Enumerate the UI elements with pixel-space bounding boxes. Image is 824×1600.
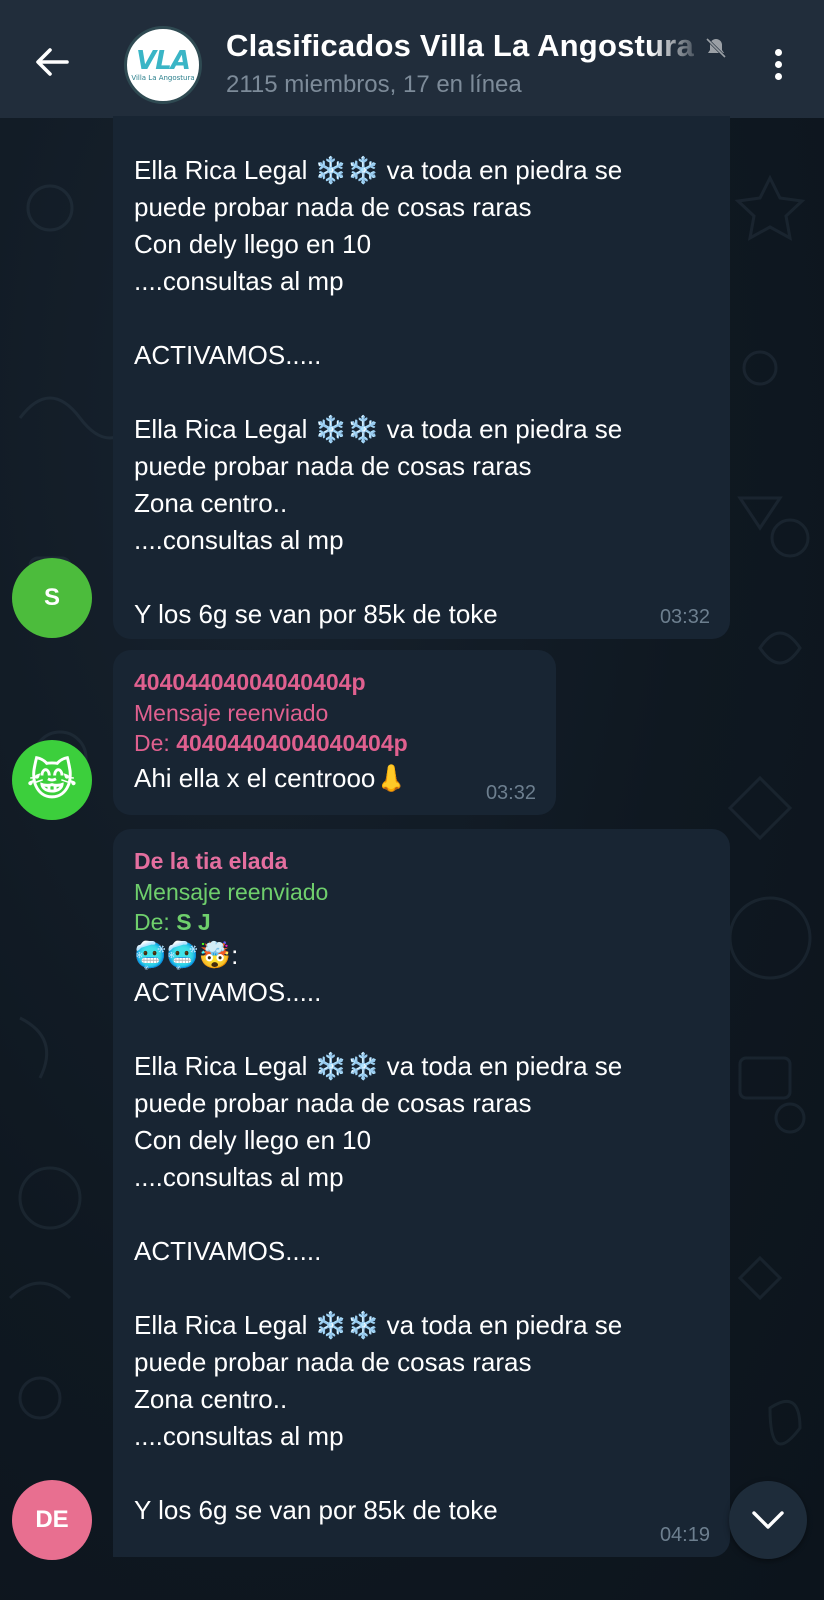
message-bubble[interactable]: 40404404004040404p Mensaje reenviado De:…	[113, 650, 556, 815]
sender-name[interactable]: 40404404004040404p	[134, 666, 536, 698]
forwarded-from[interactable]: De: S J	[134, 907, 710, 937]
sender-avatar[interactable]: DE	[12, 1480, 92, 1560]
avatar-initials: DE	[35, 1506, 69, 1533]
message-line: puede probar nada de cosas raras	[134, 1088, 532, 1118]
message-line: ....consultas al mp	[134, 266, 344, 296]
group-avatar[interactable]: VLA Villa La Angostura	[124, 26, 202, 104]
chat-header: VLA Villa La Angostura Clasificados Vill…	[0, 0, 824, 118]
message-line: Ella Rica Legal ❄️❄️ va toda en piedra s…	[134, 1310, 623, 1340]
message-bubble[interactable]: Ella Rica Legal ❄️❄️ va toda en piedra s…	[113, 116, 730, 639]
message-line: Zona centro..	[134, 1384, 288, 1414]
message-bubble[interactable]: De la tia elada Mensaje reenviado De: S …	[113, 829, 730, 1557]
message-line: ACTIVAMOS.....	[134, 1236, 322, 1266]
message-line: ACTIVAMOS.....	[134, 977, 322, 1007]
arrow-left-icon	[36, 48, 69, 76]
message-line: Con dely llego en 10	[134, 229, 372, 259]
message-line: Ella Rica Legal ❄️❄️ va toda en piedra s…	[134, 155, 623, 185]
chat-title-area[interactable]: Clasificados Villa La Angostura 2115 mie…	[226, 26, 746, 100]
message-line: Y los 6g se van por 85k de toke	[134, 599, 498, 629]
message-line: ACTIVAMOS.....	[134, 340, 322, 370]
message-line: 🥶🥶🤯:	[134, 940, 239, 970]
sender-avatar[interactable]: 😹	[12, 740, 92, 820]
forwarded-label: Mensaje reenviado	[134, 879, 329, 905]
message-time: 03:32	[485, 782, 536, 804]
more-vertical-icon	[774, 48, 782, 56]
message-time: 03:32	[659, 606, 710, 628]
group-title: Clasificados Villa La Angostura	[226, 28, 694, 63]
group-avatar-logo: VLA	[136, 45, 191, 76]
message-line: Y los 6g se van por 85k de toke	[134, 1495, 498, 1525]
message-line: puede probar nada de cosas raras	[134, 1347, 532, 1377]
forwarded-from-name: 40404404004040404p	[176, 730, 408, 756]
forwarded-from-name: S J	[176, 909, 211, 935]
forwarded-from[interactable]: De: 40404404004040404p	[134, 728, 536, 758]
message-text: Ella Rica Legal ❄️❄️ va toda en piedra s…	[134, 152, 710, 633]
message-text: 🥶🥶🤯: ACTIVAMOS..... Ella Rica Legal ❄️❄️…	[134, 937, 710, 1529]
message-text: Ahi ella x el centrooo👃	[134, 763, 408, 793]
message-line: Ella Rica Legal ❄️❄️ va toda en piedra s…	[134, 1051, 623, 1081]
message-time: 04:19	[659, 1524, 710, 1546]
message-line: puede probar nada de cosas raras	[134, 451, 532, 481]
message-line: Con dely llego en 10	[134, 1125, 372, 1155]
muted-bell-icon	[705, 37, 727, 59]
sender-avatar[interactable]: S	[12, 558, 92, 638]
sender-name[interactable]: De la tia elada	[134, 845, 710, 877]
forwarded-label: Mensaje reenviado	[134, 700, 329, 726]
message-line: ....consultas al mp	[134, 1421, 344, 1451]
message-line: ....consultas al mp	[134, 525, 344, 555]
message-line: ....consultas al mp	[134, 1162, 344, 1192]
more-options-button[interactable]	[760, 42, 796, 86]
chevron-down-icon	[752, 1511, 784, 1529]
message-line: Ella Rica Legal ❄️❄️ va toda en piedra s…	[134, 414, 623, 444]
forwarded-from-prefix: De:	[134, 730, 177, 756]
group-member-status: 2115 miembros, 17 en línea	[226, 71, 522, 98]
avatar-initials: S	[43, 584, 60, 611]
message-line: Zona centro..	[134, 488, 288, 518]
forwarded-from-prefix: De:	[134, 909, 177, 935]
avatar-emoji: 😹	[26, 755, 78, 805]
scroll-to-bottom-button[interactable]	[729, 1481, 807, 1559]
group-avatar-logo-subtext: Villa La Angostura	[131, 73, 195, 82]
message-line: puede probar nada de cosas raras	[134, 192, 532, 222]
back-button[interactable]	[30, 40, 74, 84]
